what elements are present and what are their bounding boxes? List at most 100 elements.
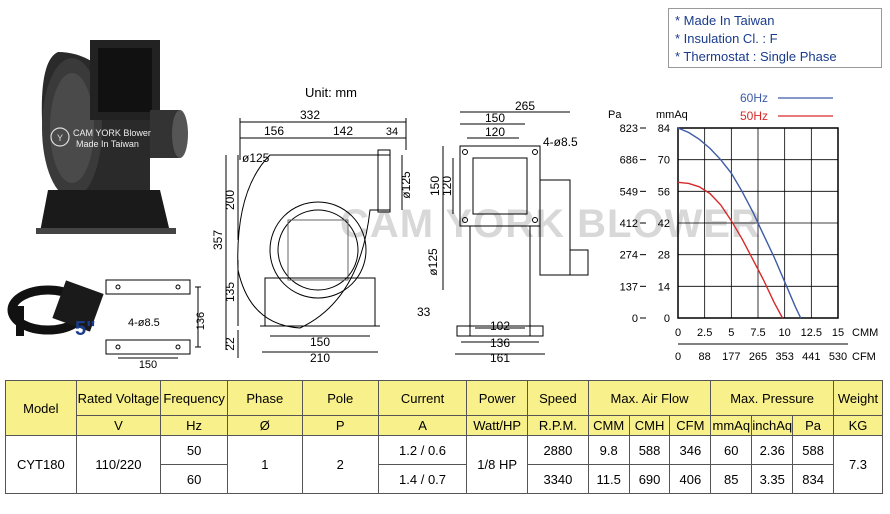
x-tick-cfm: 0 bbox=[675, 351, 681, 363]
y-tick-pa: 549 bbox=[620, 186, 638, 198]
note-thermostat: * Thermostat : Single Phase bbox=[675, 49, 837, 64]
th-pressure: Max. Pressure bbox=[710, 380, 834, 416]
x-unit-cmm: CMM bbox=[852, 327, 878, 339]
th-weight: Weight bbox=[832, 380, 884, 416]
x-tick-cmm: 10 bbox=[779, 327, 791, 339]
th-power: Power bbox=[466, 380, 529, 416]
x-tick-cfm: 441 bbox=[802, 351, 820, 363]
x-tick-cfm: 530 bbox=[829, 351, 847, 363]
unit-frequency: Hz bbox=[160, 415, 229, 436]
x-tick-cfm: 177 bbox=[722, 351, 740, 363]
cell-current: 1.2 / 0.6 bbox=[377, 435, 468, 465]
y-tick-pa: 823 bbox=[620, 123, 638, 135]
photo-brand-line1: CAM YORK Blower bbox=[73, 128, 151, 138]
legend-label-50hz: 50Hz bbox=[740, 109, 768, 123]
table-row: CYT180 110/220 50 1 2 1.2 / 0.6 1/8 HP 2… bbox=[5, 435, 884, 494]
cell-weight: 7.3 bbox=[832, 435, 884, 494]
front-dim-125: ø125 bbox=[426, 248, 440, 276]
y-tick-mmaq: 84 bbox=[658, 123, 670, 135]
front-dim-120v: 120 bbox=[440, 176, 454, 196]
y-tick-mmaq: 70 bbox=[658, 155, 670, 167]
table-header-row: Model Rated Voltage Frequency Phase Pole… bbox=[5, 380, 884, 436]
front-dim-33: 33 bbox=[417, 305, 431, 319]
photo-brand-line2: Made In Taiwan bbox=[76, 139, 139, 149]
table-unit-row: V Hz Ø P A Watt/HP R.P.M. CMM CMH CFM mm… bbox=[6, 415, 884, 436]
unit-speed: R.P.M. bbox=[527, 415, 589, 436]
cell-voltage: 110/220 bbox=[75, 435, 162, 494]
cell-phase: 1 bbox=[227, 435, 303, 494]
spec-table: Model Rated Voltage Frequency Phase Pole… bbox=[5, 380, 884, 494]
front-dim-265: 265 bbox=[515, 100, 535, 113]
y-tick-mmaq: 28 bbox=[658, 250, 670, 262]
side-view-drawing: 332 156 142 34 ø125 ø125 200 357 135 22 … bbox=[211, 108, 410, 365]
unit-cmm: CMM bbox=[587, 415, 630, 436]
unit-pa: Pa bbox=[792, 415, 834, 436]
cell-current: 1.4 / 0.7 bbox=[377, 464, 468, 494]
cell-cmm: 11.5 bbox=[587, 464, 630, 494]
x-tick-cmm: 15 bbox=[832, 327, 844, 339]
front-dim-102: 102 bbox=[490, 319, 510, 333]
cell-cfm: 406 bbox=[669, 464, 712, 494]
cell-frequency: 60 bbox=[160, 464, 229, 494]
cell-pole: 2 bbox=[301, 435, 379, 494]
side-dim-125-side: ø125 bbox=[399, 171, 410, 199]
cell-inchaq: 2.36 bbox=[751, 435, 794, 465]
side-dim-210: 210 bbox=[310, 351, 330, 365]
x-tick-cmm: 12.5 bbox=[801, 327, 822, 339]
y-tick-pa: 412 bbox=[620, 218, 638, 230]
x-tick-cfm: 88 bbox=[699, 351, 711, 363]
cell-cmh: 588 bbox=[628, 435, 671, 465]
cell-mmaq: 60 bbox=[710, 435, 753, 465]
th-airflow: Max. Air Flow bbox=[587, 380, 712, 416]
y-tick-pa: 0 bbox=[632, 313, 638, 325]
flange-dim-h: 136 bbox=[195, 312, 207, 330]
y-unit-pa: Pa bbox=[608, 109, 622, 121]
unit-cfm: CFM bbox=[669, 415, 712, 436]
y-tick-mmaq: 56 bbox=[658, 186, 670, 198]
performance-chart: Pa mmAq CMM CFM 60Hz 50Hz 823 84 686 70 549 56… bbox=[608, 91, 878, 363]
note-insulation: * Insulation Cl. : F bbox=[675, 31, 778, 46]
front-dim-136: 136 bbox=[490, 336, 510, 350]
y-tick-pa: 686 bbox=[620, 155, 638, 167]
th-current: Current bbox=[377, 380, 468, 416]
x-tick-cmm: 7.5 bbox=[750, 327, 765, 339]
unit-power: Watt/HP bbox=[466, 415, 529, 436]
front-view-drawing: 265 150 120 4-ø8.5 150 120 ø125 33 102 1… bbox=[417, 100, 589, 365]
x-tick-cfm: 265 bbox=[749, 351, 767, 363]
cell-power: 1/8 HP bbox=[466, 435, 529, 494]
cell-pa: 588 bbox=[792, 435, 834, 465]
th-speed: Speed bbox=[527, 380, 589, 416]
th-frequency: Frequency bbox=[160, 380, 229, 416]
side-dim-142: 142 bbox=[333, 124, 353, 138]
x-unit-cfm: CFM bbox=[852, 351, 876, 363]
side-dim-200: 200 bbox=[223, 190, 237, 210]
unit-inchaq: inchAq bbox=[751, 415, 794, 436]
spec-notes: * Made In Taiwan * Insulation Cl. : F * … bbox=[668, 8, 882, 68]
unit-label: Unit: mm bbox=[305, 85, 357, 100]
y-tick-mmaq: 14 bbox=[658, 281, 670, 293]
y-tick-mmaq: 0 bbox=[664, 313, 670, 325]
series-line-50hz bbox=[677, 181, 784, 319]
front-dim-150: 150 bbox=[485, 111, 505, 125]
y-tick-mmaq: 42 bbox=[658, 218, 670, 230]
front-holes: 4-ø8.5 bbox=[543, 135, 578, 149]
unit-pole: P bbox=[301, 415, 379, 436]
unit-phase: Ø bbox=[227, 415, 303, 436]
cell-cmm: 9.8 bbox=[587, 435, 630, 465]
side-dim-22: 22 bbox=[223, 337, 237, 351]
unit-weight: KG bbox=[832, 415, 884, 436]
cell-pa: 834 bbox=[792, 464, 834, 494]
x-tick-cfm: 353 bbox=[775, 351, 793, 363]
side-dim-332: 332 bbox=[300, 108, 320, 122]
flange-size-label: 5" bbox=[75, 318, 96, 340]
cell-speed: 2880 bbox=[527, 435, 589, 465]
th-pole: Pole bbox=[301, 380, 379, 416]
unit-cmh: CMH bbox=[628, 415, 671, 436]
cell-inchaq: 3.35 bbox=[751, 464, 794, 494]
front-dim-161: 161 bbox=[490, 351, 510, 365]
side-dim-150: 150 bbox=[310, 335, 330, 349]
y-unit-mmaq: mmAq bbox=[656, 109, 688, 121]
unit-mmaq: mmAq bbox=[710, 415, 753, 436]
side-dim-34: 34 bbox=[386, 126, 398, 138]
flange-hole-label: 4-ø8.5 bbox=[128, 317, 160, 329]
